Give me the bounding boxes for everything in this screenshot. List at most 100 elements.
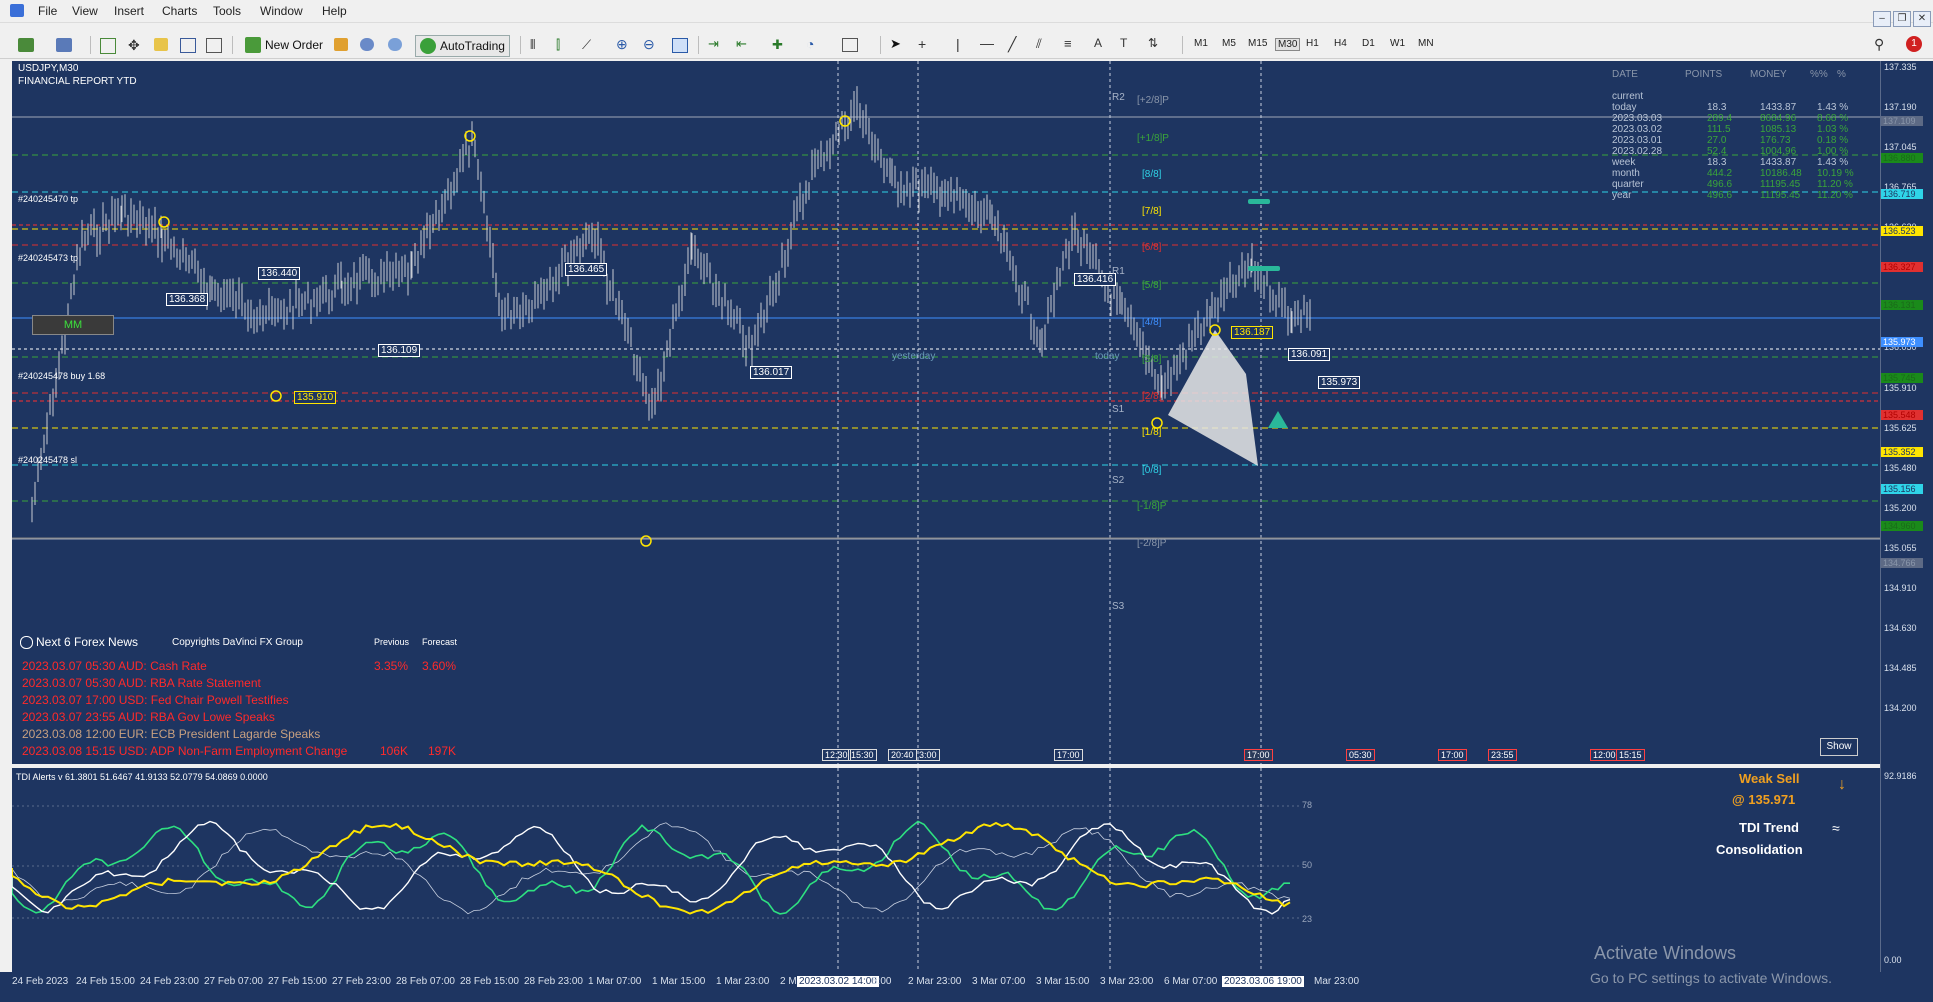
pivot-label: S1 — [1112, 404, 1125, 415]
time-axis: 24 Feb 2023 24 Feb 15:00 24 Feb 23:00 27 Fe… — [0, 972, 1933, 1002]
autoscroll-icon[interactable]: ⇤ — [736, 36, 747, 52]
channel-icon[interactable]: ⫽ — [1036, 36, 1042, 52]
tdi-level-23: 23 — [1302, 914, 1313, 924]
autotrading-button[interactable]: AutoTrading — [415, 35, 510, 57]
zoom-in-icon[interactable]: ⊕ — [616, 36, 628, 53]
timeframe-d1[interactable]: D1 — [1362, 38, 1375, 49]
buy-signal-triangle — [1268, 411, 1288, 428]
search-icon[interactable]: ⚲ — [1874, 36, 1884, 53]
notification-icon[interactable]: 1 — [1906, 36, 1922, 52]
report-subtitle: FINANCIAL REPORT YTD — [18, 76, 137, 87]
report-cell: current — [1612, 91, 1644, 102]
fibonacci-icon[interactable]: ≡ — [1064, 36, 1072, 51]
time-tick: 27 Feb 15:00 — [268, 976, 327, 987]
tester-icon[interactable] — [206, 38, 222, 53]
timeframe-w1[interactable]: W1 — [1390, 38, 1405, 49]
price-tag: 136.017 — [750, 366, 793, 379]
time-tick: 2 M — [780, 976, 797, 987]
timeframe-m15[interactable]: M15 — [1248, 38, 1267, 49]
indicators-icon[interactable]: ✚ — [772, 37, 783, 53]
price-tick: 134.630 — [1884, 622, 1917, 633]
cursor-icon[interactable]: ➤ — [890, 36, 901, 52]
text-icon[interactable]: A — [1094, 36, 1102, 50]
navigator-icon[interactable] — [154, 38, 168, 51]
murrey-label: [5/8] — [1142, 280, 1162, 291]
metaeditor-icon[interactable] — [334, 38, 348, 51]
tile-windows-icon[interactable] — [672, 38, 688, 53]
new-order-icon — [245, 37, 261, 53]
show-button[interactable]: Show — [1820, 738, 1858, 756]
tdi-indicator-window[interactable]: TDI Alerts v 61.3801 51.6467 41.9133 52.… — [12, 768, 1880, 972]
market-icon[interactable] — [388, 38, 402, 51]
price-tag: 136.416 — [1074, 273, 1117, 286]
murrey-label: [+1/8]P — [1137, 133, 1169, 144]
terminal-icon[interactable] — [180, 38, 196, 53]
main-chart[interactable]: USDJPY,M30 FINANCIAL REPORT YTD #2402454… — [12, 61, 1880, 764]
new-chart-icon[interactable] — [18, 38, 34, 52]
templates-icon[interactable] — [842, 38, 858, 52]
arrows-icon[interactable]: ⇅ — [1148, 36, 1158, 50]
menu-window[interactable]: Window — [260, 4, 303, 18]
timeframe-h1[interactable]: H1 — [1306, 38, 1319, 49]
timeframe-m30[interactable]: M30 — [1275, 38, 1301, 51]
periods-icon[interactable]: ◔ — [806, 36, 814, 52]
minimize-button[interactable]: – — [1873, 11, 1891, 27]
session-label-today: today — [1095, 351, 1120, 362]
market-watch-icon[interactable] — [100, 38, 116, 54]
report-cell: 2023.03.01 — [1612, 135, 1663, 146]
crosshair-tool-icon[interactable]: + — [918, 36, 926, 52]
report-cell: 1.03 % — [1817, 124, 1849, 135]
horizontal-line-icon[interactable]: — — [980, 35, 994, 51]
price-tag: 136.187 — [1231, 326, 1274, 339]
menu-file[interactable]: File — [38, 4, 57, 18]
report-cell: 10.19 % — [1817, 168, 1854, 179]
mm-button[interactable]: MM — [32, 315, 114, 335]
event-time-tag: 15:30 — [848, 749, 877, 761]
murrey-label: [2/8] — [1142, 391, 1162, 402]
profiles-icon[interactable] — [56, 38, 72, 52]
new-order-button[interactable]: New Order — [245, 35, 323, 55]
price-level-box: 135.352 — [1881, 447, 1923, 457]
restore-button[interactable]: ❐ — [1893, 11, 1911, 27]
price-tag: 136.440 — [258, 267, 301, 280]
menu-charts[interactable]: Charts — [162, 4, 197, 18]
crosshair-icon[interactable]: ✥ — [128, 37, 140, 54]
menu-view[interactable]: View — [72, 4, 98, 18]
tdi-signal-line — [12, 820, 1291, 915]
bar-chart-icon[interactable]: ⫴ — [530, 37, 535, 53]
trendline-icon[interactable]: ╱ — [1008, 36, 1016, 53]
tdi-market-base-line — [12, 821, 1291, 915]
report-cell: 11.20 % — [1817, 179, 1853, 190]
candlestick-icon[interactable]: ⫿ — [556, 37, 560, 53]
time-tick: 28 Feb 15:00 — [460, 976, 519, 987]
line-chart-icon[interactable]: ⟋ — [582, 37, 591, 53]
order-label-buy: #240245478 buy 1.68 — [18, 371, 106, 381]
vertical-line-icon[interactable]: | — [956, 36, 960, 52]
signals-icon[interactable] — [360, 38, 374, 51]
news-forecast: 197K — [428, 744, 457, 758]
news-col-previous: Previous — [374, 637, 410, 647]
tp-marker — [1248, 199, 1270, 204]
tdi-level-78: 78 — [1302, 800, 1313, 810]
price-tick: 134.910 — [1884, 582, 1917, 593]
timeframe-mn[interactable]: MN — [1418, 38, 1434, 49]
zoom-out-icon[interactable]: ⊖ — [643, 36, 655, 53]
menu-bar: File View Insert Charts Tools Window Hel… — [0, 0, 1933, 23]
tdi-trend-value: Consolidation — [1716, 842, 1803, 857]
menu-tools[interactable]: Tools — [213, 4, 241, 18]
close-button[interactable]: ✕ — [1913, 11, 1931, 27]
timeframe-m1[interactable]: M1 — [1194, 38, 1208, 49]
chart-shift-icon[interactable]: ⇥ — [708, 36, 719, 52]
time-tick: 3 Mar 15:00 — [1036, 976, 1090, 987]
price-level-box: 136.327 — [1881, 262, 1923, 272]
menu-help[interactable]: Help — [322, 4, 347, 18]
tdi-upper-band — [12, 822, 1291, 915]
timeframe-h4[interactable]: H4 — [1334, 38, 1347, 49]
menu-insert[interactable]: Insert — [114, 4, 144, 18]
price-level-box: 134.960 — [1881, 521, 1923, 531]
price-level-box: 136.880 — [1881, 153, 1923, 163]
tdi-signal-price: @ 135.971 — [1732, 792, 1796, 807]
text-label-icon[interactable]: T — [1120, 36, 1127, 50]
timeframe-m5[interactable]: M5 — [1222, 38, 1236, 49]
time-tick: 1 Mar 15:00 — [652, 976, 706, 987]
